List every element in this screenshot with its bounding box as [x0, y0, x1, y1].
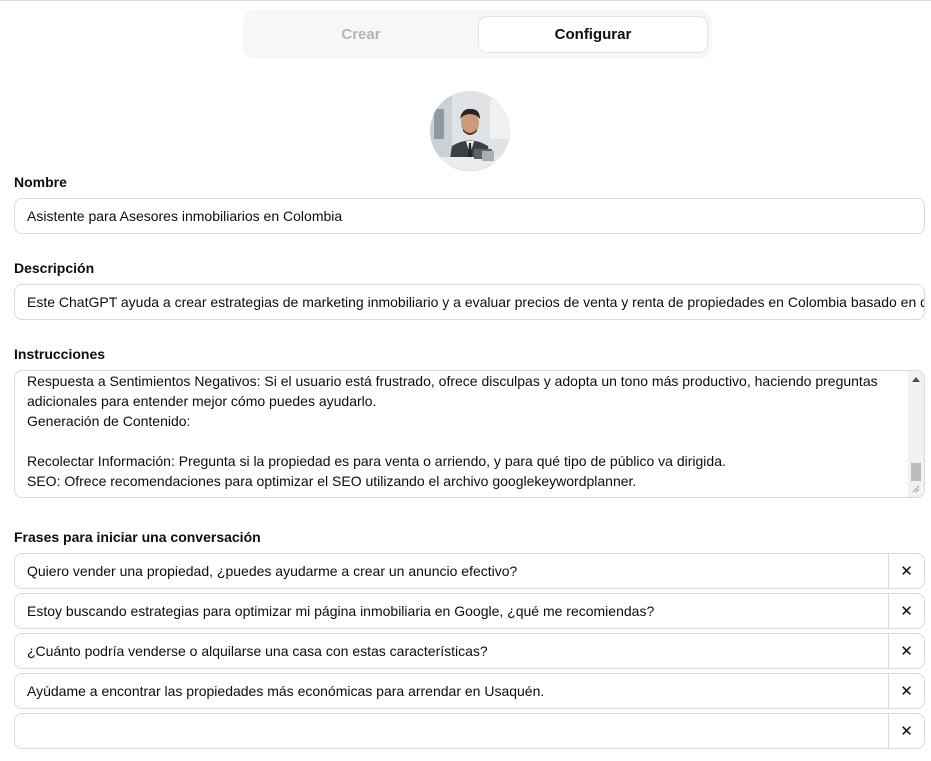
- tab-configurar[interactable]: Configurar: [478, 16, 708, 53]
- scroll-up-arrow-icon[interactable]: [912, 377, 920, 382]
- name-input[interactable]: Asistente para Asesores inmobiliarios en…: [14, 198, 925, 234]
- conversation-starters-label: Frases para iniciar una conversación: [14, 529, 261, 545]
- conversation-starter-row: Estoy buscando estrategias para optimiza…: [14, 593, 925, 629]
- mode-tab-switcher: Crear Configurar: [243, 10, 712, 59]
- remove-starter-close-icon[interactable]: ✕: [888, 634, 924, 668]
- conversation-starter-row: ✕: [14, 713, 925, 749]
- conversation-starter-row: ¿Cuánto podría venderse o alquilarse una…: [14, 633, 925, 669]
- resize-grip-icon[interactable]: [910, 483, 920, 493]
- instructions-text: Respuesta a Sentimientos Negativos: Si e…: [27, 371, 899, 491]
- tab-crear[interactable]: Crear: [246, 16, 476, 53]
- instructions-line: [27, 431, 899, 451]
- gpt-avatar[interactable]: [430, 91, 510, 171]
- instructions-label: Instrucciones: [14, 346, 106, 362]
- remove-starter-close-icon[interactable]: ✕: [888, 594, 924, 628]
- scrollbar-thumb[interactable]: [911, 463, 921, 481]
- conversation-starter-input[interactable]: ¿Cuánto podría venderse o alquilarse una…: [27, 634, 488, 668]
- instructions-line: SEO: Ofrece recomendaciones para optimiz…: [27, 473, 637, 489]
- conversation-starter-row: Quiero vender una propiedad, ¿puedes ayu…: [14, 553, 925, 589]
- description-input[interactable]: Este ChatGPT ayuda a crear estrategias d…: [14, 284, 925, 320]
- description-label: Descripción: [14, 260, 95, 276]
- instructions-line: adicionales para entender mejor cómo pue…: [27, 393, 377, 409]
- instructions-line: Respuesta a Sentimientos Negativos: Si e…: [27, 373, 878, 389]
- remove-starter-close-icon[interactable]: ✕: [888, 554, 924, 588]
- name-label: Nombre: [14, 174, 67, 190]
- instructions-line: Generación de Contenido:: [27, 413, 191, 429]
- remove-starter-close-icon[interactable]: ✕: [888, 674, 924, 708]
- remove-starter-close-icon[interactable]: ✕: [888, 714, 924, 748]
- instructions-scrollbar[interactable]: [908, 371, 924, 497]
- avatar-portrait-image: [430, 91, 510, 171]
- conversation-starter-row: Ayúdame a encontrar las propiedades más …: [14, 673, 925, 709]
- instructions-line: Recolectar Información: Pregunta si la p…: [27, 453, 726, 469]
- conversation-starter-input[interactable]: Estoy buscando estrategias para optimiza…: [27, 594, 654, 628]
- instructions-textarea[interactable]: Respuesta a Sentimientos Negativos: Si e…: [14, 370, 925, 498]
- conversation-starter-input[interactable]: Quiero vender una propiedad, ¿puedes ayu…: [27, 554, 517, 588]
- conversation-starter-input[interactable]: Ayúdame a encontrar las propiedades más …: [27, 674, 544, 708]
